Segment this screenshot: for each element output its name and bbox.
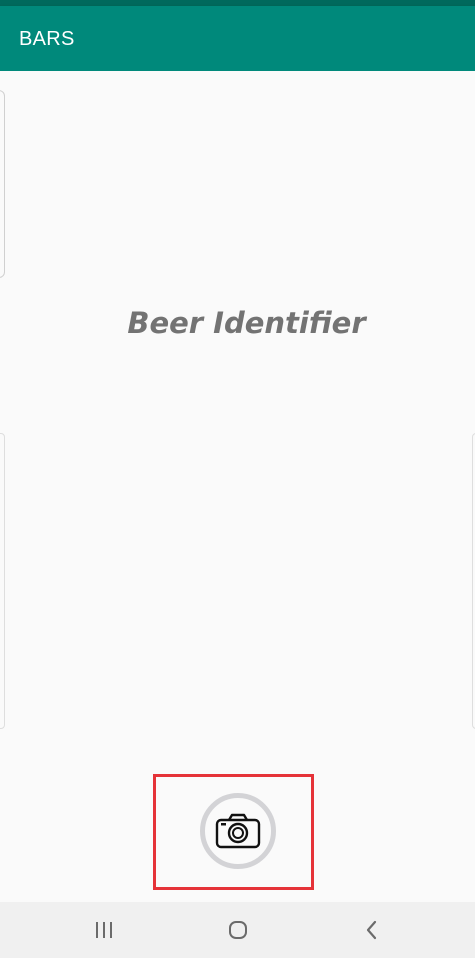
home-icon [229,921,247,939]
app-title: BARS [19,28,75,50]
camera-button[interactable] [200,793,276,869]
system-nav-bar [0,902,475,958]
recent-apps-button[interactable] [74,902,134,958]
back-button[interactable] [342,902,402,958]
carousel-card-left-top[interactable] [0,90,5,278]
carousel-card-left-bottom[interactable] [0,433,5,729]
page-headline: Beer Identifier [127,306,366,340]
back-icon [366,920,377,940]
home-button[interactable] [208,902,268,958]
camera-icon [215,813,261,849]
app-bar: BARS [0,6,475,71]
recent-apps-icon [96,922,112,938]
